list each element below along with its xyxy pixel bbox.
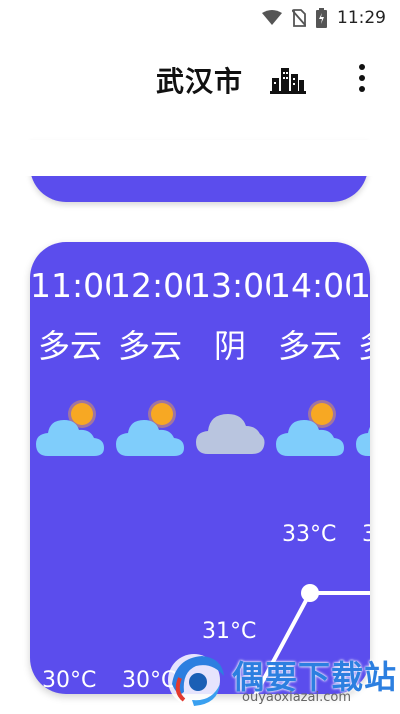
app-bar: 武汉市 — [0, 48, 400, 108]
temperature-label: 31°C — [202, 619, 257, 644]
watermark: 偶要下载站 ouyaoxiazai.com — [162, 648, 400, 710]
hourly-forecast-card[interactable]: 11:00 多云 12:00 多云 13:00 阴 — [30, 242, 370, 694]
battery-charging-icon — [316, 8, 327, 28]
temperature-line-chart — [253, 584, 370, 694]
no-sim-icon — [292, 9, 306, 27]
wifi-icon — [262, 10, 282, 26]
temperature-label: 33°C — [282, 522, 337, 547]
more-vertical-icon[interactable] — [352, 62, 372, 100]
temperature-point — [301, 584, 319, 602]
status-bar: 11:29 — [0, 0, 400, 36]
watermark-url: ouyaoxiazai.com — [242, 690, 351, 705]
city-buildings-icon[interactable] — [270, 64, 306, 98]
status-time: 11:29 — [337, 8, 386, 28]
city-title[interactable]: 武汉市 — [156, 60, 243, 100]
temperature-label: 33°C — [362, 522, 370, 547]
watermark-logo-icon — [162, 648, 228, 714]
temperature-label: 30°C — [42, 668, 97, 693]
